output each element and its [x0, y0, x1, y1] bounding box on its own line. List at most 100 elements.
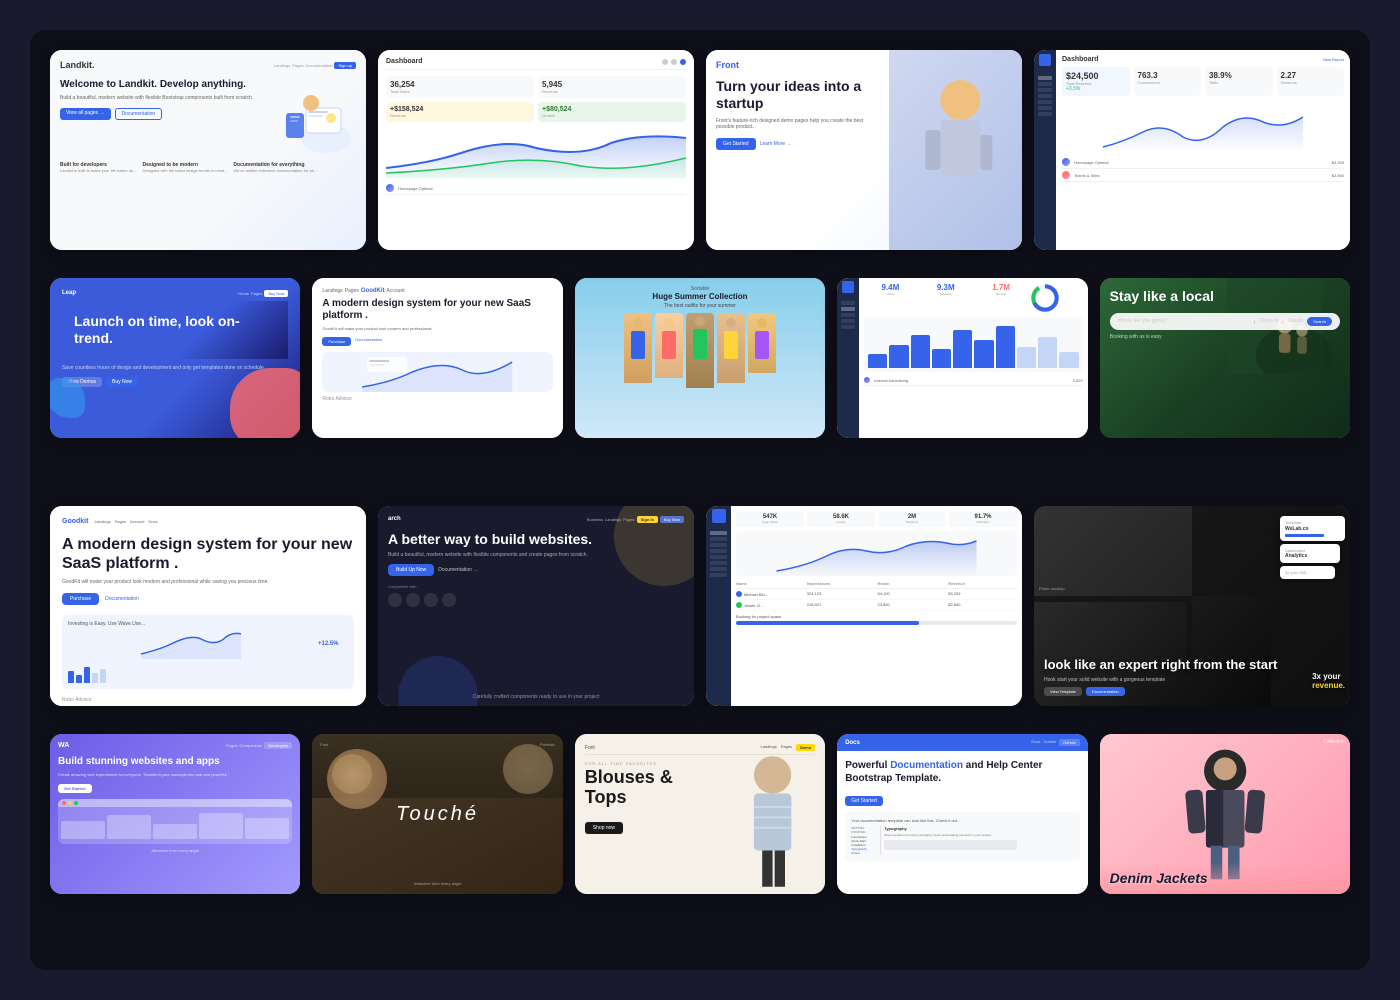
- card-leap[interactable]: Leap Home Pages Buy Now Launch on time, …: [50, 278, 300, 438]
- nav-item: GoodKit: [361, 288, 385, 294]
- nav-cta[interactable]: Buy Now: [264, 290, 288, 297]
- nav-cta[interactable]: GitHub: [1059, 739, 1079, 746]
- card-touche[interactable]: Font Portfolio Touché Attractive from ev…: [312, 734, 562, 894]
- card-summer[interactable]: Sortable Huge Summer Collection The best…: [575, 278, 825, 438]
- dash2-val3: 38.9%: [1209, 71, 1269, 80]
- front-logo: Front: [716, 60, 739, 70]
- front-btn2[interactable]: Learn More →: [760, 138, 792, 150]
- bar: [911, 335, 930, 368]
- card-stay[interactable]: Stay like a local Where are you going? |…: [1100, 278, 1350, 438]
- blouses-btn[interactable]: Shop now: [585, 822, 623, 834]
- robo-btn2[interactable]: Documentation: [355, 337, 382, 346]
- card-analytics-dash[interactable]: Dashboard 36,254 Total Sales 5,945 Reven: [378, 50, 694, 250]
- summer-sub: The best outfits for your summer: [583, 303, 817, 309]
- stat-9.4m: 9.4M: [864, 283, 916, 292]
- search-placeholder[interactable]: Where are you going?: [1118, 318, 1250, 324]
- card-expert[interactable]: Template WeLab.co Dashboard Analytics 3x…: [1034, 506, 1350, 706]
- dash2-val4: 2.27: [1281, 71, 1341, 80]
- nav-item: Pages: [345, 288, 359, 294]
- gallery-row-4: WA Pages Components Developers Build stu…: [50, 734, 1350, 950]
- card-webpixels[interactable]: WA Pages Components Developers Build stu…: [50, 734, 300, 894]
- search-btn[interactable]: Search: [1307, 317, 1332, 326]
- arch-btn[interactable]: Build Up Now: [388, 564, 434, 576]
- webpixels-btn[interactable]: Get Started: [58, 784, 92, 793]
- gallery-row-1: Landkit. Landings Pages Documentation Si…: [50, 50, 1350, 266]
- nav-cta[interactable]: Sign up: [334, 62, 356, 69]
- summer-title: Huge Summer Collection: [583, 292, 817, 301]
- dash2-title: Dashboard: [1062, 56, 1099, 63]
- card-docs[interactable]: Docs Docs Guides GitHub Powerful Documen…: [837, 734, 1087, 894]
- gallery-container: Landkit. Landings Pages Documentation Si…: [30, 30, 1370, 970]
- nav-item: Collection: [1323, 739, 1345, 745]
- leap-logo: Leap: [62, 290, 76, 297]
- nav-item: Pages: [292, 63, 303, 68]
- nav-item: Landings: [274, 63, 290, 68]
- landkit-btn2[interactable]: Documentation: [115, 108, 163, 120]
- table-item1: Homepage Optimal: [1074, 160, 1207, 165]
- expert-btn2[interactable]: Documentation: [1086, 687, 1125, 696]
- nav-item: Documentation: [306, 63, 333, 68]
- bar: [974, 340, 993, 368]
- goodkit-btn2[interactable]: Documentation: [105, 593, 139, 605]
- table-item2: Teams & Sites: [1074, 173, 1207, 178]
- expert-btn1[interactable]: View Template: [1044, 687, 1082, 696]
- bar: [1059, 352, 1078, 368]
- bar: [1038, 337, 1057, 368]
- webpixels-logo: WA: [58, 742, 69, 749]
- blouses-tag: For all time favorites: [585, 761, 712, 766]
- nav-item: Components: [239, 743, 262, 748]
- docs-btn[interactable]: Get Started: [845, 796, 883, 806]
- touche-hero: Touché: [396, 803, 479, 826]
- goodkit-btn1[interactable]: Purchase: [62, 593, 99, 605]
- card-falcon[interactable]: 547K Page Views 58.6K Unique 2M Sessions: [706, 506, 1022, 706]
- docs-logo: Docs: [845, 740, 860, 746]
- card-dashboard2[interactable]: Dashboard New Report $24,500 Total Reven…: [1034, 50, 1350, 250]
- landkit-sub: Build a beautiful, modern website with f…: [60, 95, 276, 102]
- goodkit-hero: A modern design system for your new SaaS…: [62, 535, 354, 573]
- stay-hero: Stay like a local: [1110, 288, 1340, 305]
- nav-item: Account: [130, 519, 144, 524]
- dash2-val1: $24,500: [1066, 71, 1126, 81]
- stat-5945: 5,945: [542, 80, 682, 89]
- bar: [868, 354, 887, 368]
- table-row1: Internal Advertising: [874, 378, 976, 383]
- nav-item: Business: [587, 517, 603, 522]
- bar: [889, 345, 908, 369]
- touche-subtitle: Attractive from every angle: [320, 881, 554, 886]
- table-val1: 3,529: [980, 378, 1082, 383]
- stat-9.3m: 9.3M: [920, 283, 972, 292]
- nav-item: Guides: [1043, 739, 1056, 746]
- analytics-title: Dashboard: [386, 58, 423, 65]
- card-arch[interactable]: arch Business Landings Pages Sign In Buy…: [378, 506, 694, 706]
- front-btn1[interactable]: Get Started: [716, 138, 756, 150]
- robo-hero: A modern design system for your new SaaS…: [322, 298, 552, 322]
- bar: [996, 326, 1015, 368]
- card-denim[interactable]: Collection Denim Jackets: [1100, 734, 1350, 894]
- front-hero: Turn your ideas into a startup: [716, 78, 879, 112]
- dash2-val2: 763.3: [1138, 71, 1198, 80]
- card-blouses[interactable]: Font Landings Pages Demo For all time fa…: [575, 734, 825, 894]
- goodkit-logo: Goodkit: [62, 518, 88, 525]
- leap-btn2[interactable]: Buy Now: [106, 377, 138, 387]
- webpixels-hero: Build stunning websites and apps: [58, 755, 292, 768]
- card-goodkit-lg[interactable]: Goodkit Landings Pages Account Docs A mo…: [50, 506, 366, 706]
- leap-hero: Launch on time, look on-trend.: [62, 301, 288, 359]
- table-val2: $2,840: [1211, 173, 1344, 178]
- stat-revenue: +$158,524: [390, 106, 530, 113]
- card-landkit[interactable]: Landkit. Landings Pages Documentation Si…: [50, 50, 366, 250]
- bar: [1017, 347, 1036, 368]
- webpixels-sub: Create amazing web experiences for every…: [58, 772, 292, 778]
- card-front[interactable]: Front Landings Pages Blog Shop Buy Now T…: [706, 50, 1022, 250]
- landkit-btn1[interactable]: View all pages →: [60, 108, 111, 120]
- nav-item: Docs: [149, 519, 158, 524]
- nav-item: Docs: [1031, 739, 1040, 746]
- card-analytics3[interactable]: 9.4M Users 9.3M Sessions 1.7M Bounce: [837, 278, 1087, 438]
- robo-btn1[interactable]: Purchase: [322, 337, 351, 346]
- arch-btn2[interactable]: Documentation →: [438, 564, 478, 576]
- nav-item: Home: [238, 291, 249, 296]
- bar: [932, 349, 951, 368]
- docs-hero: Powerful Documentation and Help Center B…: [845, 759, 1079, 785]
- nav-cta[interactable]: Developers: [264, 742, 292, 749]
- card-robo[interactable]: Landings Pages GoodKit Account A modern …: [312, 278, 562, 438]
- landkit-hero: Welcome to Landkit. Develop anything.: [60, 78, 276, 91]
